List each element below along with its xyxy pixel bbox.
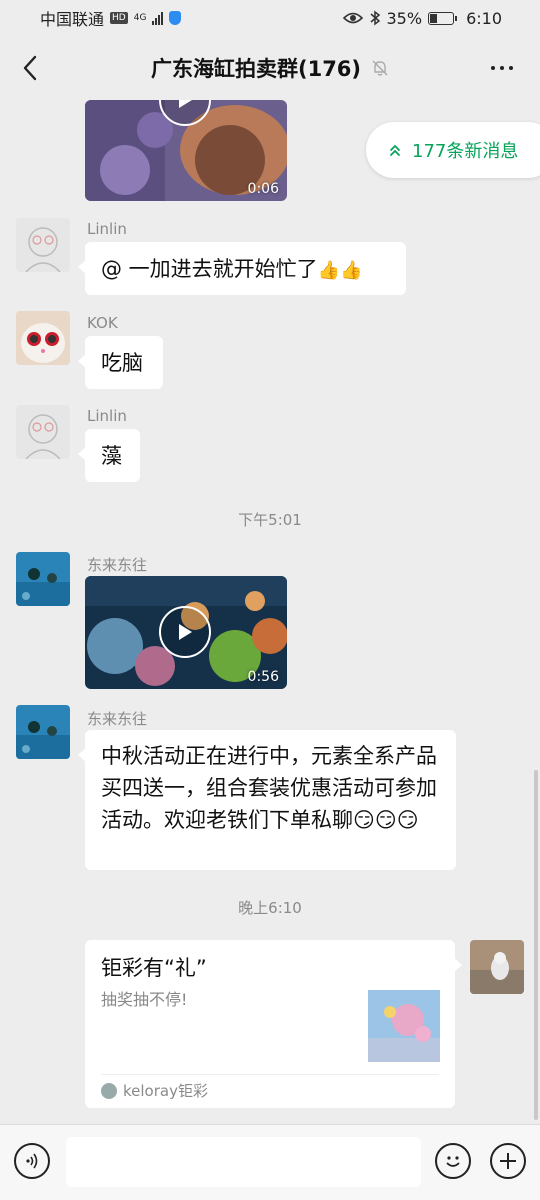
plus-icon bbox=[500, 1153, 516, 1169]
video-message[interactable]: 0:06 bbox=[85, 100, 287, 201]
eye-icon bbox=[342, 12, 363, 24]
battery-percent: 35% bbox=[386, 8, 423, 28]
hd-badge: HD bbox=[110, 12, 128, 24]
more-options-button[interactable] bbox=[486, 54, 518, 82]
message-bubble[interactable]: @ 一加进去就开始忙了👍👍 bbox=[78, 242, 406, 295]
sender-name: Linlin bbox=[87, 407, 127, 425]
avatar-sketch-image bbox=[16, 218, 70, 272]
clock: 6:10 bbox=[466, 8, 502, 28]
voice-input-button[interactable] bbox=[14, 1143, 50, 1179]
chevron-left-icon bbox=[23, 55, 37, 81]
chat-screen: 中国联通 HD 4G 35% 6:10 广东海缸拍卖群(176) 0:06 17… bbox=[0, 0, 540, 1200]
sender-name: 东来东往 bbox=[87, 556, 148, 574]
card-divider bbox=[101, 1074, 439, 1075]
sender-name: KOK bbox=[87, 314, 118, 332]
card-description: 抽奖抽不停! bbox=[101, 990, 188, 1009]
avatar[interactable] bbox=[16, 552, 70, 606]
more-functions-button[interactable] bbox=[490, 1143, 526, 1179]
card-thumbnail-image bbox=[368, 990, 440, 1062]
video-duration: 0:06 bbox=[247, 181, 279, 197]
scrollbar[interactable] bbox=[534, 770, 538, 1120]
battery-level bbox=[430, 13, 438, 23]
avatar[interactable] bbox=[16, 218, 70, 272]
avatar-photo-image bbox=[470, 940, 524, 994]
status-right: 35% 6:10 bbox=[342, 8, 502, 28]
nav-bar: 广东海缸拍卖群(176) bbox=[0, 36, 540, 100]
card-title: 钜彩有“礼” bbox=[101, 956, 207, 980]
battery-icon bbox=[428, 11, 458, 25]
network-type: 4G bbox=[133, 13, 147, 23]
avatar-diver-image bbox=[16, 552, 70, 606]
status-left: 中国联通 HD 4G bbox=[40, 6, 182, 30]
play-icon bbox=[179, 624, 192, 640]
smiley-icon bbox=[446, 1156, 460, 1167]
card-thumbnail bbox=[368, 990, 440, 1062]
link-card[interactable]: 钜彩有“礼” 抽奖抽不停! keloray钜彩 bbox=[85, 940, 462, 1108]
play-button[interactable] bbox=[159, 606, 211, 658]
timestamp: 晚上6:10 bbox=[238, 899, 302, 917]
smirk-emoji: 😏😏😏 bbox=[353, 808, 419, 832]
message-text: 吃脑 bbox=[101, 351, 143, 375]
source-logo-icon bbox=[101, 1082, 117, 1099]
input-bar bbox=[0, 1124, 540, 1200]
message-bubble[interactable]: 中秋活动正在进行中，元素全系产品买四送一，组合套装优惠活动可参加活动。欢迎老铁们… bbox=[78, 730, 456, 870]
more-dot-icon bbox=[509, 66, 513, 70]
timestamp: 下午5:01 bbox=[238, 511, 302, 529]
avatar-sketch-image bbox=[16, 405, 70, 459]
avatar[interactable] bbox=[16, 705, 70, 759]
more-dot-icon bbox=[500, 66, 504, 70]
chat-title: 广东海缸拍卖群(176) bbox=[150, 57, 362, 81]
new-messages-button[interactable]: 177条新消息 bbox=[366, 122, 540, 178]
voice-icon bbox=[26, 1153, 38, 1169]
play-icon bbox=[179, 100, 192, 108]
avatar-diver-image bbox=[16, 705, 70, 759]
card-source-label: keloray钜彩 bbox=[123, 1082, 208, 1100]
double-chevron-up-icon bbox=[390, 144, 400, 156]
message-bubble[interactable]: 藻 bbox=[78, 429, 140, 482]
video-message[interactable]: 0:56 bbox=[85, 576, 287, 689]
message-text: 藻 bbox=[101, 444, 122, 468]
more-dot-icon bbox=[491, 66, 495, 70]
shield-icon bbox=[169, 11, 182, 25]
card-source: keloray钜彩 bbox=[101, 1080, 208, 1101]
message-bubble[interactable]: 吃脑 bbox=[78, 336, 163, 389]
emoji-button[interactable] bbox=[435, 1143, 471, 1179]
bluetooth-icon bbox=[370, 10, 380, 26]
back-button[interactable] bbox=[14, 52, 46, 84]
sender-name: Linlin bbox=[87, 220, 127, 238]
avatar[interactable] bbox=[16, 311, 70, 365]
avatar-cat-image bbox=[16, 311, 70, 365]
avatar[interactable] bbox=[16, 405, 70, 459]
sender-name: 东来东往 bbox=[87, 710, 148, 728]
mute-bell-icon bbox=[372, 60, 388, 76]
carrier-name: 中国联通 bbox=[40, 10, 105, 29]
thumbs-up-emoji: 👍👍 bbox=[317, 260, 363, 281]
status-bar: 中国联通 HD 4G 35% 6:10 bbox=[0, 0, 540, 36]
video-duration: 0:56 bbox=[247, 669, 279, 685]
new-messages-label: 177条新消息 bbox=[412, 141, 519, 162]
signal-icon bbox=[152, 11, 164, 25]
message-text: @ 一加进去就开始忙了 bbox=[101, 257, 318, 281]
message-input[interactable] bbox=[66, 1137, 421, 1187]
my-avatar[interactable] bbox=[470, 940, 524, 994]
